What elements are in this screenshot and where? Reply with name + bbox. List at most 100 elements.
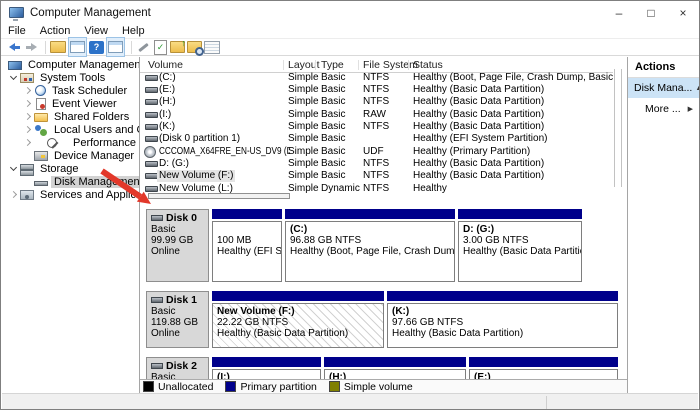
submenu-arrow-icon: ▶ (685, 105, 693, 113)
partition-c[interactable]: (C:)96.88 GB NTFSHealthy (Boot, Page Fil… (285, 209, 455, 282)
volume-row-e[interactable]: (E:)SimpleBasicNTFSHealthy (Basic Data P… (140, 84, 613, 96)
legend-label: Unallocated (158, 381, 213, 393)
toolbar-separator (131, 41, 132, 54)
primary-partition-band (212, 357, 321, 367)
actions-pane: Actions Disk Mana... ▲ More ... ▶ (628, 57, 700, 393)
chevron-collapsed-icon[interactable] (21, 110, 34, 123)
tree-item-storage[interactable]: Storage (2, 162, 139, 175)
partition-k[interactable]: (K:)97.66 GB NTFSHealthy (Basic Data Par… (387, 291, 618, 348)
partition-d-g[interactable]: D: (G:)3.00 GB NTFSHealthy (Basic Data P… (458, 209, 582, 282)
tree-item-services-and-applications[interactable]: Services and Applications (2, 188, 139, 201)
col-header-status[interactable]: Status (413, 59, 443, 71)
chevron-expanded-icon[interactable] (7, 71, 20, 84)
primary-partition-band (458, 209, 582, 219)
menu-help[interactable]: Help (115, 25, 152, 37)
toolbar: ? ✓ (1, 39, 699, 56)
chevron-none (21, 175, 34, 188)
primary-partition-swatch (225, 381, 236, 392)
collapse-arrow-icon[interactable]: ▲ (692, 85, 699, 92)
partition-new-volume-f[interactable]: New Volume (F:)22.22 GB NTFSHealthy (Bas… (212, 291, 384, 348)
help-icon[interactable]: ? (89, 41, 104, 54)
forward-icon[interactable] (24, 39, 39, 55)
column-divider[interactable] (358, 60, 359, 70)
col-header-type[interactable]: Type (321, 59, 344, 71)
chevron-collapsed-icon[interactable] (21, 136, 34, 149)
actions-group-disk-management[interactable]: Disk Mana... ▲ (628, 78, 699, 98)
back-icon[interactable] (7, 39, 22, 55)
tree-item-disk-management[interactable]: Disk Management (2, 175, 139, 188)
tree-item-shared-folders[interactable]: Shared Folders (2, 110, 139, 123)
show-action-pane-icon[interactable] (106, 37, 125, 57)
properties-form-icon[interactable] (204, 39, 220, 55)
horizontal-scrollbar[interactable] (140, 192, 613, 199)
column-divider[interactable] (315, 60, 316, 70)
status-bar-divider (546, 396, 547, 409)
menu-action[interactable]: Action (33, 25, 78, 37)
legend-label: Primary partition (240, 381, 316, 393)
disk-icon (151, 363, 163, 369)
chevron-expanded-icon[interactable] (7, 162, 20, 175)
vertical-scrollbar[interactable] (614, 69, 622, 187)
primary-partition-band (212, 291, 384, 301)
disk-2-label[interactable]: Disk 2 Basic (146, 357, 209, 379)
minimize-button[interactable]: – (603, 1, 635, 24)
volume-row-c[interactable]: (C:)SimpleBasicNTFSHealthy (Boot, Page F… (140, 72, 613, 84)
tree-item-performance[interactable]: Performance (2, 136, 139, 149)
disk-icon (145, 99, 158, 105)
partition-i[interactable]: (I:) (212, 357, 321, 379)
partition-h[interactable]: (H:) (324, 357, 466, 379)
volume-row-i[interactable]: (I:)SimpleBasicRAWHealthy (Basic Data Pa… (140, 109, 613, 121)
search-folder-icon[interactable] (187, 39, 202, 55)
disk-icon (145, 75, 158, 81)
disk-2-row: Disk 2 Basic (I:) (H:) (E:) (140, 357, 627, 379)
chevron-collapsed-icon[interactable] (7, 188, 20, 201)
tree-item-task-scheduler[interactable]: Task Scheduler (2, 84, 139, 97)
disk-1-label[interactable]: Disk 1 Basic 119.88 GB Online (146, 291, 209, 348)
tree-item-local-users-and-groups[interactable]: Local Users and Groups (2, 123, 139, 136)
primary-partition-band (212, 209, 282, 219)
computer-management-window: Computer Management – □ × File Action Vi… (0, 0, 700, 410)
app-computer-icon (9, 7, 24, 18)
column-divider[interactable] (408, 60, 409, 70)
export-list-icon[interactable] (170, 39, 185, 55)
window-title: Computer Management (30, 7, 151, 19)
open-folder-icon[interactable] (50, 39, 66, 55)
partition-e[interactable]: (E:) (469, 357, 618, 379)
col-header-volume[interactable]: Volume (148, 59, 183, 71)
maximize-button[interactable]: □ (635, 1, 667, 24)
legend-label: Simple volume (344, 381, 413, 393)
tree-item-event-viewer[interactable]: Event Viewer (2, 97, 139, 110)
volume-row-h[interactable]: (H:)SimpleBasicNTFSHealthy (Basic Data P… (140, 96, 613, 108)
show-console-tree-icon[interactable] (68, 37, 87, 57)
disk-0-label[interactable]: Disk 0 Basic 99.99 GB Online (146, 209, 209, 282)
actions-more[interactable]: More ... ▶ (628, 99, 699, 119)
tree-item-system-tools[interactable]: System Tools (2, 71, 139, 84)
system-tools-icon (20, 73, 34, 83)
volume-row-new-volume-f[interactable]: New Volume (F:)SimpleBasicNTFSHealthy (B… (140, 170, 613, 182)
title-bar: Computer Management – □ × (1, 1, 699, 24)
tree-item-device-manager[interactable]: Device Manager (2, 149, 139, 162)
partition-efi[interactable]: 100 MBHealthy (EFI System Partition) (212, 209, 282, 282)
primary-partition-band (324, 357, 466, 367)
tree-item-computer-management[interactable]: Computer Management (Local) (2, 58, 139, 71)
col-header-file-system[interactable]: File System (363, 59, 418, 71)
volume-row-disk0-partition1[interactable]: (Disk 0 partition 1)SimpleBasicHealthy (… (140, 133, 613, 145)
chevron-collapsed-icon[interactable] (21, 84, 34, 97)
actions-header: Actions (628, 57, 700, 78)
disk-management-icon (34, 181, 48, 186)
close-button[interactable]: × (667, 1, 699, 24)
menu-file[interactable]: File (1, 25, 33, 37)
volume-row-d-g[interactable]: D: (G:)SimpleBasicNTFSHealthy (Basic Dat… (140, 158, 613, 170)
toolbar-separator (45, 41, 46, 54)
menu-view[interactable]: View (77, 25, 115, 37)
remote-tool-icon[interactable] (136, 39, 151, 55)
chevron-collapsed-icon[interactable] (21, 123, 34, 136)
task-check-icon[interactable]: ✓ (153, 39, 168, 55)
event-viewer-icon (36, 98, 46, 110)
volume-row-cccoma-d[interactable]: CCCOMA_X64FRE_EN-US_DV9 (D:)SimpleBasicU… (140, 146, 613, 158)
cd-icon (144, 146, 156, 158)
disk-icon (151, 297, 163, 303)
column-divider[interactable] (283, 60, 284, 70)
chevron-collapsed-icon[interactable] (21, 97, 34, 110)
volume-row-k[interactable]: (K:)SimpleBasicNTFSHealthy (Basic Data P… (140, 121, 613, 133)
